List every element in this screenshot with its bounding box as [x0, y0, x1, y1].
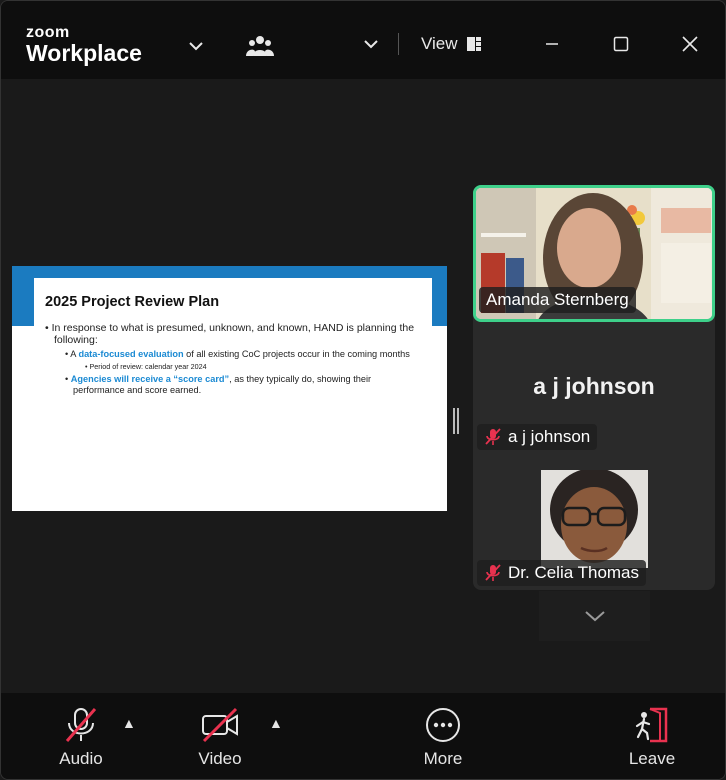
maximize-button[interactable]: [608, 31, 634, 57]
participant-avatar-name: a j johnson: [533, 373, 655, 399]
slide-accent-right: [432, 266, 447, 326]
maximize-icon: [613, 36, 629, 52]
people-icon: [246, 36, 274, 56]
chevron-down-icon: [584, 611, 605, 622]
participant-name: Amanda Sternberg: [486, 290, 629, 309]
close-button[interactable]: [677, 31, 703, 57]
shared-screen-slide: 2025 Project Review Plan • In response t…: [12, 266, 447, 511]
titlebar-divider: [398, 33, 399, 55]
slide-bullet-suffix: of all existing CoC projects occur in th…: [183, 349, 410, 359]
app-menu-chevron-button[interactable]: [183, 33, 209, 59]
view-layout-icon: [466, 37, 481, 51]
leave-button[interactable]: Leave: [620, 707, 684, 769]
panel-resize-handle[interactable]: [453, 408, 459, 434]
title-bar: zoom Workplace View: [1, 1, 725, 79]
slide-accent-band: [12, 266, 447, 278]
more-icon: [426, 708, 460, 742]
more-label: More: [423, 749, 463, 768]
video-off-icon: [202, 707, 238, 743]
slide-accent-left: [12, 266, 34, 326]
participant-video-tile[interactable]: [541, 470, 648, 568]
slide-highlight: Agencies will receive a “score card”: [70, 374, 230, 384]
logo-brand-top: zoom: [26, 24, 70, 41]
slide-bullet: • Agencies will receive a “score card”, …: [65, 374, 372, 395]
slide-title: 2025 Project Review Plan: [45, 294, 220, 310]
participant-name-label: a j johnson: [477, 424, 598, 450]
slide-bullet-text: Period of review: calendar year 2024: [89, 362, 207, 371]
logo-brand-bottom: Workplace: [26, 40, 142, 66]
view-label: View: [421, 34, 458, 53]
minimize-button[interactable]: [539, 31, 565, 57]
zoom-workplace-logo: zoom Workplace: [26, 25, 142, 65]
participant-name-label: Amanda Sternberg: [479, 287, 636, 313]
view-button[interactable]: View: [421, 31, 482, 57]
slide-bullet: • Period of review: calendar year 2024: [85, 362, 207, 371]
video-options-caret[interactable]: ▲: [269, 715, 283, 731]
more-button[interactable]: More: [411, 707, 475, 769]
close-icon: [682, 36, 698, 52]
mic-muted-icon: [485, 428, 501, 445]
slide-bullets: • In response to what is presumed, unkno…: [45, 322, 415, 396]
slide-bullet-text: In response to what is presumed, unknown…: [51, 322, 415, 346]
leave-icon: [635, 707, 668, 743]
meeting-stage: 2025 Project Review Plan • In response t…: [1, 79, 725, 693]
chevron-down-icon: [364, 40, 378, 49]
view-menu-chevron-button[interactable]: [358, 31, 384, 57]
slide-bullet: • A data-focused evaluation of all exist…: [65, 349, 410, 359]
video-button[interactable]: Video: [188, 707, 252, 769]
zoom-window: zoom Workplace View 2025 Project Review …: [0, 0, 726, 780]
slide-highlight: data-focused evaluation: [78, 349, 184, 359]
mic-muted-icon: [65, 708, 97, 742]
chevron-down-icon: [189, 42, 203, 51]
participants-button[interactable]: [244, 31, 276, 61]
leave-label: Leave: [628, 749, 676, 768]
audio-label: Audio: [59, 749, 103, 768]
mic-muted-icon: [485, 564, 501, 581]
slide-bullet: • In response to what is presumed, unkno…: [45, 322, 415, 346]
participant-name: Dr. Celia Thomas: [508, 563, 640, 582]
video-label: Video: [198, 749, 242, 768]
participant-photo: [541, 470, 648, 568]
participant-name-label: Dr. Celia Thomas: [477, 560, 647, 586]
gallery-scroll-down-button[interactable]: [539, 591, 650, 641]
audio-button[interactable]: Audio: [49, 707, 113, 769]
audio-options-caret[interactable]: ▲: [122, 715, 136, 731]
participant-name: a j johnson: [508, 427, 591, 446]
meeting-controls-toolbar: Audio ▲ Video ▲ More Leave: [1, 693, 725, 779]
minimize-icon: [546, 43, 558, 45]
